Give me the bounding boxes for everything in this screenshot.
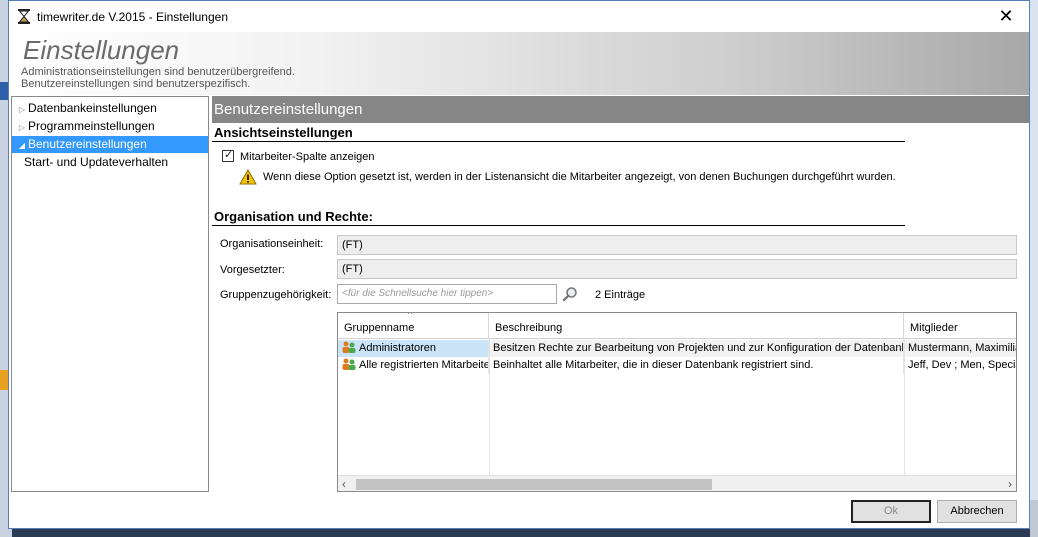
cell-description[interactable]: Beinhaltet alle Mitarbeiter, die in dies… bbox=[489, 357, 904, 374]
search-icon[interactable] bbox=[562, 286, 578, 302]
section-title-bar: Benutzereinstellungen bbox=[212, 96, 1029, 123]
user-group-icon bbox=[342, 341, 356, 353]
column-header-mitglieder[interactable]: Mitglieder bbox=[904, 313, 1016, 339]
table-row[interactable]: Administratoren Besitzen Rechte zur Bear… bbox=[338, 340, 1016, 357]
cell-group-name[interactable]: Administratoren bbox=[338, 340, 489, 357]
hourglass-icon bbox=[18, 9, 30, 24]
scrollbar-thumb[interactable] bbox=[356, 479, 712, 490]
group-membership-label: Gruppenzugehörigkeit: bbox=[220, 289, 332, 301]
cell-members[interactable]: Mustermann, Maximilian bbox=[904, 340, 1016, 357]
tree-item-programmeinstellungen[interactable]: ▷ Programmeinstellungen bbox=[12, 118, 155, 135]
expand-arrow-icon[interactable]: ▷ bbox=[16, 119, 28, 136]
cell-group-name[interactable]: Alle registrierten Mitarbeiter bbox=[338, 357, 489, 374]
tree-item-label: Datenbankeinstellungen bbox=[28, 101, 157, 115]
divider bbox=[212, 141, 905, 142]
entries-count: 2 Einträge bbox=[595, 289, 646, 301]
tree-item-label: Start- und Updateverhalten bbox=[24, 155, 169, 169]
table-header: ^ Gruppenname Beschreibung Mitglieder bbox=[338, 313, 1016, 339]
window-title: timewriter.de V.2015 - Einstellungen bbox=[37, 10, 229, 24]
header-subtitle-line2: Benutzereinstellungen sind benutzerspezi… bbox=[21, 78, 251, 90]
settings-dialog: timewriter.de V.2015 - Einstellungen ✕ E… bbox=[8, 0, 1030, 529]
show-employee-column-label[interactable]: Mitarbeiter-Spalte anzeigen bbox=[240, 151, 375, 163]
tree-item-label: Programmeinstellungen bbox=[28, 119, 155, 133]
settings-content: Benutzereinstellungen Ansichtseinstellun… bbox=[212, 96, 1029, 492]
organisation-heading: Organisation und Rechte: bbox=[214, 209, 373, 224]
view-settings-heading: Ansichtseinstellungen bbox=[214, 125, 353, 140]
dialog-header: Einstellungen Administrationseinstellung… bbox=[9, 32, 1029, 95]
column-divider bbox=[489, 339, 490, 475]
group-search-input[interactable]: <für die Schnellsuche hier tippen> bbox=[337, 284, 557, 304]
column-header-label: Gruppenname bbox=[344, 322, 415, 334]
sort-ascending-icon: ^ bbox=[408, 312, 413, 319]
title-bar[interactable]: timewriter.de V.2015 - Einstellungen ✕ bbox=[9, 1, 1029, 32]
organisation-unit-field: (FT) bbox=[337, 235, 1017, 255]
cell-text: Administratoren bbox=[359, 342, 437, 354]
settings-tree: ▷ Datenbankeinstellungen ▷ Programmeinstel… bbox=[11, 96, 209, 492]
collapse-arrow-icon[interactable]: ◢ bbox=[16, 137, 28, 154]
user-group-icon bbox=[342, 358, 356, 370]
header-subtitle-line1: Administrationseinstellungen sind benutz… bbox=[21, 66, 295, 78]
cell-members[interactable]: Jeff, Dev ; Men, Special bbox=[904, 357, 1016, 374]
supervisor-field: (FT) bbox=[337, 259, 1017, 279]
horizontal-scrollbar[interactable]: ‹ › bbox=[338, 475, 1016, 491]
background-taskbar bbox=[12, 528, 1030, 537]
supervisor-label: Vorgesetzter: bbox=[220, 264, 285, 276]
cancel-button[interactable]: Abbrechen bbox=[937, 500, 1017, 523]
tree-item-datenbankeinstellungen[interactable]: ▷ Datenbankeinstellungen bbox=[12, 100, 157, 117]
show-employee-column-checkbox[interactable] bbox=[222, 148, 234, 162]
organisation-unit-label: Organisationseinheit: bbox=[220, 238, 324, 250]
column-header-beschreibung[interactable]: Beschreibung bbox=[489, 313, 904, 339]
column-header-label: Mitglieder bbox=[910, 322, 958, 334]
column-divider bbox=[904, 339, 905, 475]
scroll-right-icon[interactable]: › bbox=[1008, 477, 1012, 491]
close-icon: ✕ bbox=[998, 6, 1014, 26]
table-row[interactable]: Alle registrierten Mitarbeiter Beinhalte… bbox=[338, 357, 1016, 374]
tree-item-start-und-updateverhalten[interactable]: Start- und Updateverhalten bbox=[24, 154, 168, 171]
column-header-gruppenname[interactable]: ^ Gruppenname bbox=[338, 313, 489, 339]
background-dark-block bbox=[1030, 500, 1038, 537]
column-header-label: Beschreibung bbox=[495, 322, 563, 334]
expand-arrow-icon[interactable]: ▷ bbox=[16, 101, 28, 118]
scroll-left-icon[interactable]: ‹ bbox=[342, 477, 346, 491]
divider bbox=[212, 225, 905, 226]
warning-text: Wenn diese Option gesetzt ist, werden in… bbox=[263, 171, 896, 183]
warning-icon bbox=[239, 169, 257, 185]
tree-item-label: Benutzereinstellungen bbox=[28, 137, 147, 151]
cell-text: Alle registrierten Mitarbeiter bbox=[359, 359, 489, 371]
ok-button[interactable]: Ok bbox=[851, 500, 931, 523]
close-button[interactable]: ✕ bbox=[983, 1, 1029, 32]
header-title: Einstellungen bbox=[23, 35, 180, 65]
cell-description[interactable]: Besitzen Rechte zur Bearbeitung von Proj… bbox=[489, 340, 904, 357]
background-app-strip-right bbox=[1030, 0, 1038, 537]
groups-table: ^ Gruppenname Beschreibung Mitglieder Ad… bbox=[337, 312, 1017, 492]
tree-item-benutzereinstellungen[interactable]: ◢ Benutzereinstellungen bbox=[12, 136, 208, 153]
